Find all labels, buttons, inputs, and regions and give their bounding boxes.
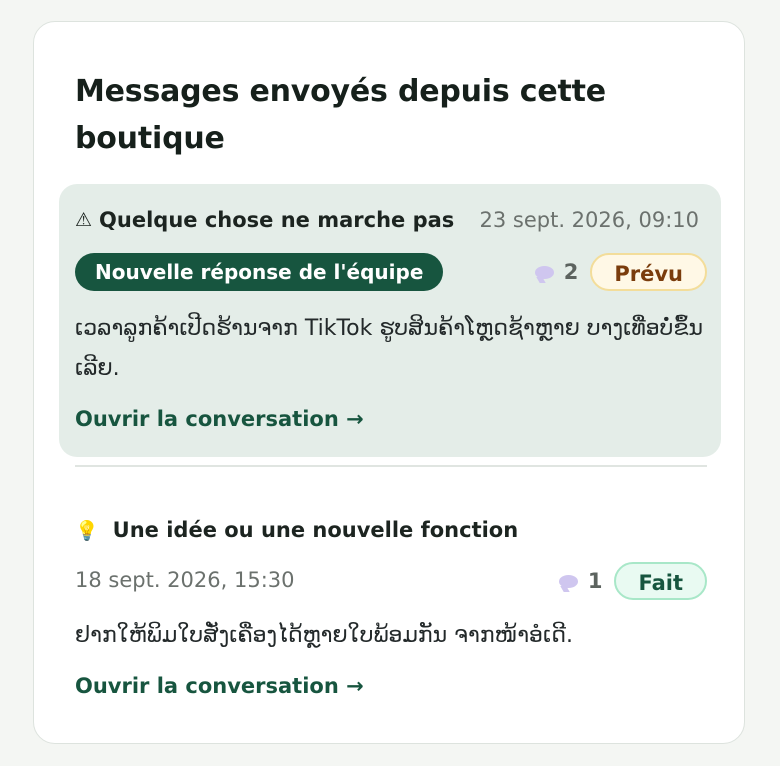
message-item: 💡 Une idée ou une nouvelle fonction 18 s… [59,488,721,718]
speech-bubble-icon [534,265,554,279]
message-date: 18 sept. 2026, 15:30 [75,568,295,592]
divider [75,465,707,467]
message-body: ເວລາລູກຄ້າເປີດຮ້ານຈາກ TikTok ຮູບສິນຄ້າໂຫ… [75,316,703,381]
warning-icon: ⚠ [75,209,93,231]
panel-title: Messages envoyés depuis cette boutique [75,74,606,156]
message-date: 23 sept. 2026, 09:10 [479,208,700,232]
comment-count-value: 2 [563,260,579,284]
new-reply-badge: Nouvelle réponse de l'équipe [75,253,444,291]
message-category-label: Quelque chose ne marche pas [99,208,455,232]
status-badge: Fait [614,562,707,600]
speech-bubble-icon [558,574,578,588]
comment-count-value: 1 [587,569,603,593]
lightbulb-icon: 💡 [75,519,99,542]
comment-count: 2 [534,260,579,284]
open-conversation-link[interactable]: Ouvrir la conversation → [75,407,364,431]
message-category: ⚠ Quelque chose ne marche pas [75,208,454,232]
open-conversation-link[interactable]: Ouvrir la conversation → [75,674,364,698]
message-body: ຢາກໃຫ້ພິມໃບສັ່ງເຄື່ອງໄດ້ຫຼາຍໃບພ້ອມກັນ ຈາ… [75,623,573,648]
message-item: ⚠ Quelque chose ne marche pas 23 sept. 2… [59,184,721,457]
status-badge: Prévu [590,253,707,291]
message-category-label: Une idée ou une nouvelle fonction [112,518,519,542]
message-category: 💡 Une idée ou une nouvelle fonction [75,518,518,542]
comment-count: 1 [558,569,603,593]
messages-panel: Messages envoyés depuis cette boutique ⚠… [33,21,745,744]
